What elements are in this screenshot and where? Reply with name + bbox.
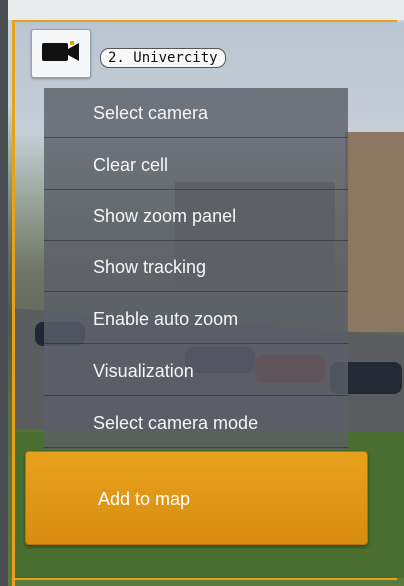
menu-item-select-camera[interactable]: Select camera [44,88,348,138]
camera-name-label: 2. Univercity [100,48,226,68]
context-menu: Select camera Clear cell Show zoom panel… [44,88,348,450]
menu-item-select-camera-mode[interactable]: Select camera mode [44,398,348,448]
menu-item-visualization[interactable]: Visualization [44,346,348,396]
scene-building [345,132,404,332]
menu-item-enable-auto-zoom[interactable]: Enable auto zoom [44,294,348,344]
cell-selection-border-left [12,20,15,586]
camera-menu-button[interactable] [31,29,91,78]
cell-selection-border-top [12,20,397,22]
add-to-map-button[interactable]: Add to map [25,451,368,545]
menu-item-show-zoom-panel[interactable]: Show zoom panel [44,191,348,241]
menu-item-clear-cell[interactable]: Clear cell [44,140,348,190]
cell-top-strip [8,0,404,20]
menu-item-show-tracking[interactable]: Show tracking [44,242,348,292]
cell-selection-border-bottom [12,578,397,580]
